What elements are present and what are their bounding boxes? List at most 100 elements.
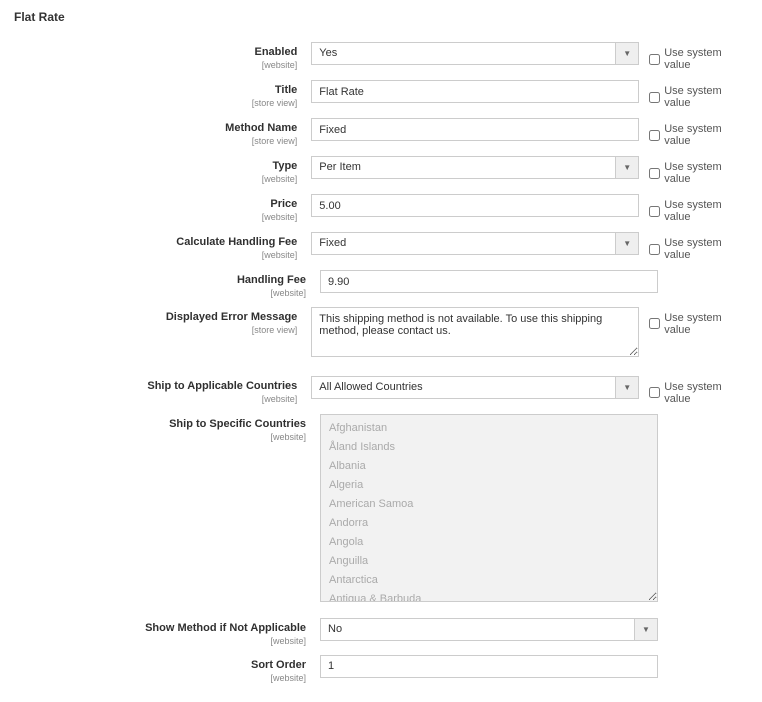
scope-text: [store view]	[14, 325, 297, 335]
price-use-system-checkbox[interactable]	[649, 206, 660, 217]
title-input[interactable]	[311, 80, 639, 103]
title-use-system[interactable]: Use system value	[639, 80, 748, 109]
scope-text: [website]	[14, 212, 297, 222]
use-system-label: Use system value	[664, 199, 748, 223]
label-calc-handling: Calculate Handling Fee [website]	[14, 232, 311, 260]
use-system-label: Use system value	[664, 85, 748, 109]
chevron-down-icon: ▼	[615, 42, 639, 65]
type-select[interactable]: Per Item ▼	[311, 156, 639, 179]
row-show-method: Show Method if Not Applicable [website] …	[14, 618, 748, 646]
country-option[interactable]: Angola	[321, 533, 657, 552]
scope-text: [website]	[14, 673, 306, 683]
show-method-select[interactable]: No ▼	[320, 618, 658, 641]
country-option[interactable]: Åland Islands	[321, 438, 657, 457]
label-error-msg: Displayed Error Message [store view]	[14, 307, 311, 335]
label-sort-order: Sort Order [website]	[14, 655, 320, 683]
type-use-system[interactable]: Use system value	[639, 156, 748, 185]
row-calc-handling: Calculate Handling Fee [website] Fixed ▼…	[14, 232, 748, 261]
label-text: Calculate Handling Fee	[14, 236, 297, 249]
handling-fee-input[interactable]	[320, 270, 658, 293]
row-type: Type [website] Per Item ▼ Use system val…	[14, 156, 748, 185]
scope-text: [website]	[14, 60, 297, 70]
sort-order-input[interactable]	[320, 655, 658, 678]
enabled-use-system[interactable]: Use system value	[639, 42, 748, 71]
country-option[interactable]: Anguilla	[321, 552, 657, 571]
chevron-down-icon: ▼	[615, 156, 639, 179]
label-price: Price [website]	[14, 194, 311, 222]
label-method-name: Method Name [store view]	[14, 118, 311, 146]
method-name-input[interactable]	[311, 118, 639, 141]
label-text: Ship to Applicable Countries	[14, 380, 297, 393]
label-enabled: Enabled [website]	[14, 42, 311, 70]
scope-text: [website]	[14, 394, 297, 404]
scope-text: [store view]	[14, 136, 297, 146]
type-value: Per Item	[311, 156, 639, 179]
ship-specific-multiselect[interactable]: Afghanistan Åland Islands Albania Algeri…	[320, 414, 658, 602]
title-use-system-checkbox[interactable]	[649, 92, 660, 103]
ship-applicable-use-system-checkbox[interactable]	[649, 387, 660, 398]
label-text: Sort Order	[14, 659, 306, 672]
label-text: Title	[14, 84, 297, 97]
use-system-label: Use system value	[664, 161, 748, 185]
enabled-use-system-checkbox[interactable]	[649, 54, 660, 65]
label-ship-specific: Ship to Specific Countries [website]	[14, 414, 320, 442]
error-msg-use-system-checkbox[interactable]	[649, 318, 660, 329]
use-system-label: Use system value	[664, 312, 748, 336]
enabled-select[interactable]: Yes ▼	[311, 42, 639, 65]
scope-text: [website]	[14, 288, 306, 298]
country-option[interactable]: Algeria	[321, 476, 657, 495]
label-text: Ship to Specific Countries	[14, 418, 306, 431]
label-text: Price	[14, 198, 297, 211]
price-use-system[interactable]: Use system value	[639, 194, 748, 223]
country-option[interactable]: Antarctica	[321, 571, 657, 590]
scope-text: [website]	[14, 174, 297, 184]
label-title: Title [store view]	[14, 80, 311, 108]
chevron-down-icon: ▼	[615, 376, 639, 399]
row-price: Price [website] Use system value	[14, 194, 748, 223]
chevron-down-icon: ▼	[615, 232, 639, 255]
calc-handling-select[interactable]: Fixed ▼	[311, 232, 639, 255]
country-option[interactable]: Andorra	[321, 514, 657, 533]
row-enabled: Enabled [website] Yes ▼ Use system value	[14, 42, 748, 71]
enabled-value: Yes	[311, 42, 639, 65]
ship-applicable-use-system[interactable]: Use system value	[639, 376, 748, 405]
label-text: Method Name	[14, 122, 297, 135]
row-title: Title [store view] Use system value	[14, 80, 748, 109]
label-handling-fee: Handling Fee [website]	[14, 270, 320, 298]
country-option[interactable]: American Samoa	[321, 495, 657, 514]
label-text: Enabled	[14, 46, 297, 59]
country-option[interactable]: Antigua & Barbuda	[321, 590, 657, 602]
scope-text: [website]	[14, 432, 306, 442]
label-text: Handling Fee	[14, 274, 306, 287]
show-method-value: No	[320, 618, 658, 641]
country-option[interactable]: Albania	[321, 457, 657, 476]
error-msg-textarea[interactable]	[311, 307, 639, 357]
calc-handling-use-system[interactable]: Use system value	[639, 232, 748, 261]
label-show-method: Show Method if Not Applicable [website]	[14, 618, 320, 646]
label-type: Type [website]	[14, 156, 311, 184]
row-error-msg: Displayed Error Message [store view] Use…	[14, 307, 748, 360]
scope-text: [store view]	[14, 98, 297, 108]
row-sort-order: Sort Order [website]	[14, 655, 748, 683]
method-name-use-system-checkbox[interactable]	[649, 130, 660, 141]
label-text: Type	[14, 160, 297, 173]
price-input[interactable]	[311, 194, 639, 217]
ship-applicable-value: All Allowed Countries	[311, 376, 639, 399]
ship-applicable-select[interactable]: All Allowed Countries ▼	[311, 376, 639, 399]
row-method-name: Method Name [store view] Use system valu…	[14, 118, 748, 147]
use-system-label: Use system value	[664, 123, 748, 147]
scope-text: [website]	[14, 636, 306, 646]
scope-text: [website]	[14, 250, 297, 260]
calc-handling-use-system-checkbox[interactable]	[649, 244, 660, 255]
label-text: Show Method if Not Applicable	[14, 622, 306, 635]
type-use-system-checkbox[interactable]	[649, 168, 660, 179]
error-msg-use-system[interactable]: Use system value	[639, 307, 748, 336]
country-option[interactable]: Afghanistan	[321, 419, 657, 438]
calc-handling-value: Fixed	[311, 232, 639, 255]
use-system-label: Use system value	[664, 47, 748, 71]
section-title: Flat Rate	[14, 10, 748, 24]
method-name-use-system[interactable]: Use system value	[639, 118, 748, 147]
chevron-down-icon: ▼	[634, 618, 658, 641]
row-handling-fee: Handling Fee [website]	[14, 270, 748, 298]
label-text: Displayed Error Message	[14, 311, 297, 324]
